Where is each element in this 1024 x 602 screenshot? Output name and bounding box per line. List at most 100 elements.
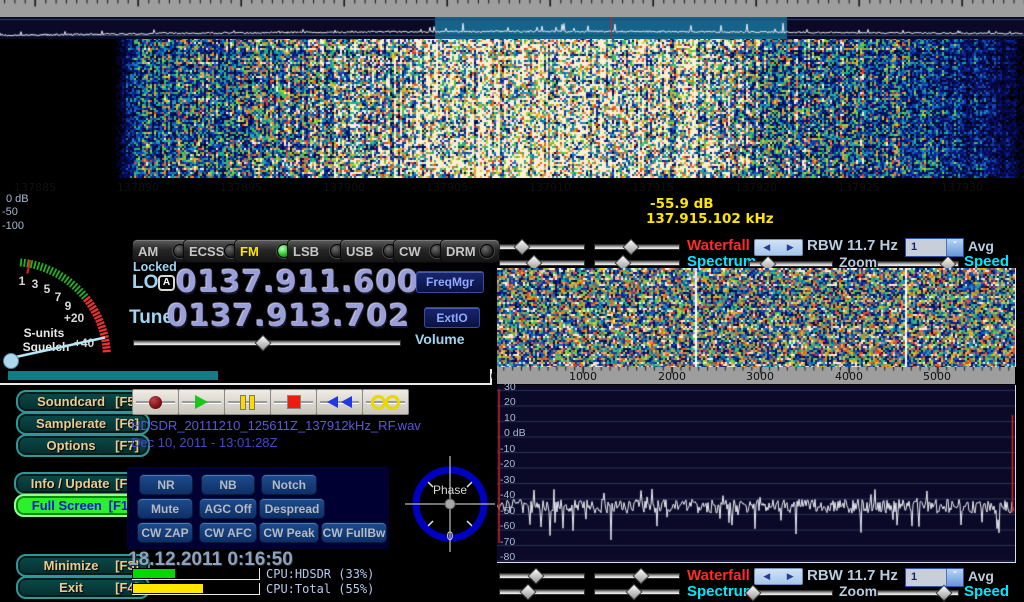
extio-button[interactable]: ExtIO xyxy=(424,307,480,328)
play-button[interactable] xyxy=(178,389,225,415)
mode-led xyxy=(480,244,494,258)
auto-lock-icon[interactable]: A xyxy=(158,275,175,291)
db-axis-label: -100 xyxy=(2,220,24,232)
cw-zap-button[interactable]: CW ZAP xyxy=(137,522,193,543)
af-spectrum-gain-slider[interactable] xyxy=(499,585,585,598)
button-label: Soundcard xyxy=(27,394,115,409)
exit-button[interactable]: Exit[F4] xyxy=(16,576,150,599)
options-button[interactable]: Options[F7] xyxy=(16,434,150,457)
notch-button[interactable]: Notch xyxy=(261,474,317,495)
chevron-down-icon[interactable]: ˇ xyxy=(946,239,963,256)
af-zoom-slider[interactable] xyxy=(749,586,833,599)
button-label: Minimize xyxy=(27,558,115,573)
pause-button[interactable] xyxy=(224,389,271,415)
avg-value: 1 xyxy=(906,569,946,586)
stop-button[interactable] xyxy=(270,389,317,415)
freq-tick-label: 137885 xyxy=(0,181,75,194)
freq-tick-label: 137910 xyxy=(510,181,590,194)
rf-avg-dropdown[interactable]: 1 ˇ xyxy=(905,238,964,257)
play-icon xyxy=(195,395,208,409)
af-speed-slider[interactable] xyxy=(877,586,959,599)
phase-center-dot xyxy=(445,499,455,509)
button-label: Samplerate xyxy=(27,416,115,431)
freq-tick-label: 137895 xyxy=(201,181,281,194)
rf-avg-label: Avg xyxy=(968,238,994,254)
rf-frequency-scale[interactable] xyxy=(0,0,1024,17)
volume-slider[interactable] xyxy=(133,336,401,349)
tune-frequency-value[interactable]: 0137.913.702 xyxy=(167,299,411,334)
rf-waterfall-contrast-slider[interactable] xyxy=(594,240,680,253)
af-waterfall-contrast-slider[interactable] xyxy=(594,569,680,582)
af-spectrum-display[interactable] xyxy=(497,385,1016,563)
record-button[interactable] xyxy=(132,389,179,415)
nr-button[interactable]: NR xyxy=(139,474,193,495)
samplerate-button[interactable]: Samplerate[F6] xyxy=(16,412,150,435)
cw-peak-button[interactable]: CW Peak xyxy=(259,522,319,543)
s-meter[interactable]: 1 3 5 7 9 +20 +40 S-units Squelch xyxy=(0,240,130,375)
despread-button[interactable]: Despread xyxy=(259,498,325,519)
button-label: Exit xyxy=(27,580,115,595)
freq-tick-label: 137900 xyxy=(304,181,384,194)
soundcard-button[interactable]: Soundcard[F5] xyxy=(16,390,150,413)
loop-icon xyxy=(385,395,400,410)
button-label: Options xyxy=(27,438,115,453)
nb-button[interactable]: NB xyxy=(201,474,255,495)
freq-tick-label: 137915 xyxy=(613,181,693,194)
freq-tick-label: 137925 xyxy=(819,181,899,194)
hdsdr-main-window: { "app": {"name": "HDSDR"}, "colors": { … xyxy=(0,0,1024,600)
af-freq-tick-label: 1000 xyxy=(553,370,613,383)
chevron-down-icon[interactable]: ˇ xyxy=(946,569,963,586)
af-spectrum-range-slider[interactable] xyxy=(594,585,680,598)
rewind-icon xyxy=(341,396,352,408)
db-axis-label: -50 xyxy=(2,206,18,218)
cpu-total-bar xyxy=(132,583,260,595)
agc-button[interactable]: AGC Off xyxy=(199,498,257,519)
loop-button[interactable] xyxy=(362,389,409,415)
arrow-left-icon[interactable]: ◀ xyxy=(763,572,770,581)
stop-icon xyxy=(287,395,301,409)
cpu-hdsdr-bar xyxy=(132,568,260,580)
af-db-label: -10 xyxy=(500,443,515,455)
af-rbw-label: RBW 11.7 Hz xyxy=(807,567,898,584)
cpu-total-fill xyxy=(133,584,203,593)
rf-waterfall-brightness-slider[interactable] xyxy=(499,240,585,253)
smeter-scale-label: 3 xyxy=(32,277,39,291)
cursor-frequency-readout: 137.915.102 kHz xyxy=(646,211,774,227)
smeter-needle-pivot xyxy=(4,354,19,369)
arrow-right-icon[interactable]: ▶ xyxy=(787,572,794,581)
af-avg-dropdown[interactable]: 1 ˇ xyxy=(905,568,964,587)
freqmgr-button[interactable]: FreqMgr xyxy=(416,271,484,293)
button-label: Info / Update xyxy=(25,476,115,491)
af-waterfall-toggle[interactable]: Waterfall xyxy=(687,567,750,584)
mode-label: LSB xyxy=(293,244,319,259)
arrow-left-icon[interactable]: ◀ xyxy=(763,243,770,252)
af-db-label: -70 xyxy=(500,536,515,548)
af-db-label: -30 xyxy=(500,474,515,486)
mode-label: FM xyxy=(240,244,259,259)
af-shift-arrows[interactable]: ◀▶ xyxy=(754,568,803,585)
rewind-icon xyxy=(327,396,338,408)
lo-frequency-value[interactable]: 0137.911.600 xyxy=(176,265,420,300)
cw-afc-button[interactable]: CW AFC xyxy=(199,522,257,543)
mode-label: AM xyxy=(138,244,158,259)
af-waterfall-display[interactable] xyxy=(497,268,1016,367)
mode-button-drm[interactable]: DRM xyxy=(440,239,500,263)
arrow-right-icon[interactable]: ▶ xyxy=(787,243,794,252)
playback-progress-bar[interactable] xyxy=(0,369,492,385)
af-waterfall-brightness-slider[interactable] xyxy=(499,569,585,582)
af-freq-tick-label: 3000 xyxy=(730,370,790,383)
mute-button[interactable]: Mute xyxy=(137,498,193,519)
cw-fullbw-button[interactable]: CW FullBw xyxy=(321,522,387,543)
volume-label: Volume xyxy=(415,331,465,347)
mode-label: ECSS xyxy=(189,244,224,259)
rf-shift-arrows[interactable]: ◀▶ xyxy=(754,239,803,256)
mode-label: DRM xyxy=(446,244,476,259)
af-db-label: -40 xyxy=(500,489,515,501)
rf-waterfall-toggle[interactable]: Waterfall xyxy=(687,237,750,254)
af-db-label: -50 xyxy=(500,505,515,517)
wav-filename: HDSDR_20111210_125611Z_137912kHz_RF.wav xyxy=(131,418,421,433)
rewind-button[interactable] xyxy=(316,389,363,415)
db-axis-label: 0 dB xyxy=(6,193,29,205)
af-freq-tick-label: 0 xyxy=(464,370,524,383)
af-freq-tick-label: 5000 xyxy=(907,370,967,383)
